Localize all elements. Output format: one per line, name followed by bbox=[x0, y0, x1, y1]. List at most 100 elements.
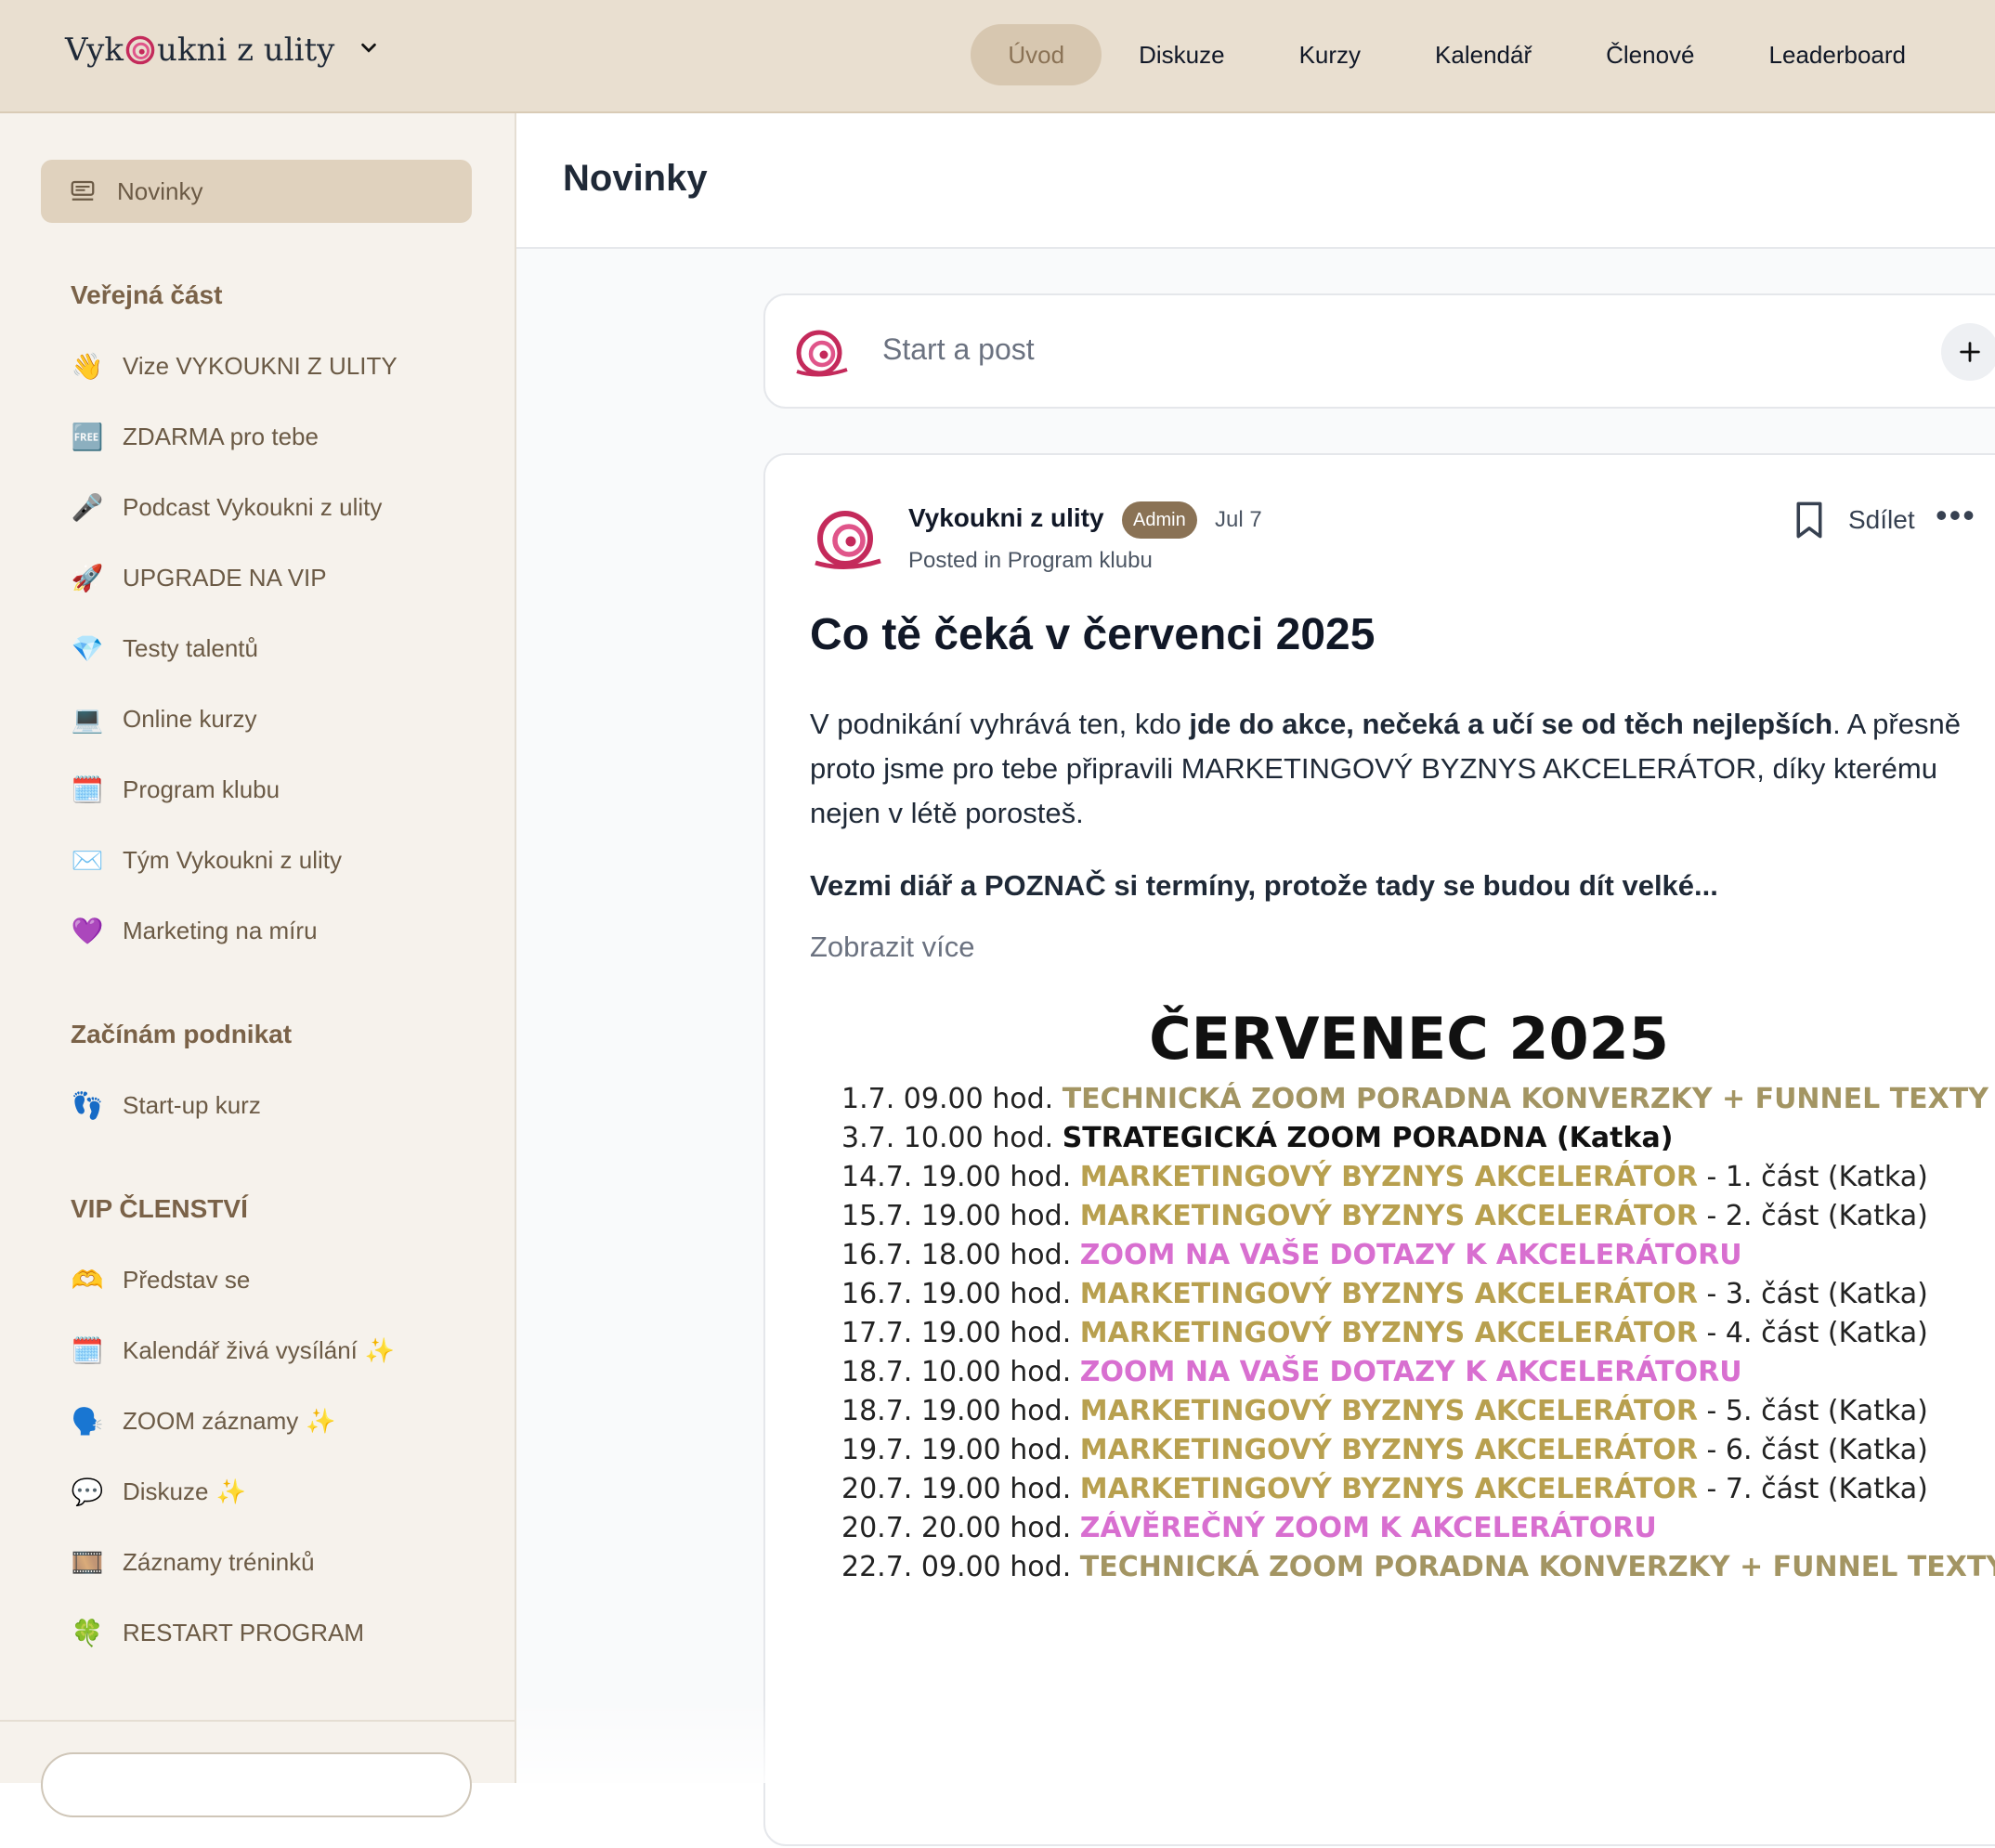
sidebar-item-zoom-zaznamy[interactable]: 🗣️ ZOOM záznamy ✨ bbox=[71, 1404, 336, 1438]
schedule-date: 20.7. 19.00 hod. bbox=[841, 1473, 1080, 1505]
sidebar-item-vize[interactable]: 👋 Vize VYKOUKNI Z ULITY bbox=[71, 349, 398, 383]
schedule-row: 20.7. 20.00 hod. ZÁVĚREČNÝ ZOOM K AKCELE… bbox=[841, 1512, 1657, 1544]
schedule-event: ZOOM NA VAŠE DOTAZY K AKCELERÁTORU bbox=[1079, 1239, 1742, 1271]
sidebar-item-restart[interactable]: 🍀 RESTART PROGRAM bbox=[71, 1616, 364, 1649]
microphone-icon: 🎤 bbox=[71, 492, 104, 522]
sidebar-item-predstav[interactable]: 🫶 Představ se bbox=[71, 1263, 251, 1296]
author-avatar[interactable] bbox=[810, 505, 884, 570]
sidebar-item-program-klubu[interactable]: 🗓️ Program klubu bbox=[71, 773, 280, 806]
schedule-row: 18.7. 10.00 hod. ZOOM NA VAŠE DOTAZY K A… bbox=[841, 1356, 1742, 1388]
schedule-event: MARKETINGOVÝ BYZNYS AKCELERÁTOR bbox=[1079, 1161, 1699, 1193]
schedule-row: 16.7. 19.00 hod. MARKETINGOVÝ BYZNYS AKC… bbox=[841, 1278, 1928, 1310]
post-text: V podnikání vyhrává ten, kdo bbox=[810, 708, 1190, 740]
schedule-suffix: - 5. část (Katka) bbox=[1698, 1395, 1928, 1427]
top-bar: Vyk ukni z ulity Úvod Diskuze Kurzy Kale… bbox=[0, 0, 1995, 113]
schedule-row: 22.7. 09.00 hod. TECHNICKÁ ZOOM PORADNA … bbox=[841, 1551, 1995, 1583]
schedule-date: 3.7. 10.00 hod. bbox=[841, 1122, 1063, 1154]
speaking-head-icon: 🗣️ bbox=[71, 1406, 104, 1436]
plus-icon[interactable] bbox=[1941, 323, 1995, 381]
schedule-row: 17.7. 19.00 hod. MARKETINGOVÝ BYZNYS AKC… bbox=[841, 1317, 1928, 1349]
sidebar-item-testy[interactable]: 💎 Testy talentů bbox=[71, 631, 258, 665]
chevron-down-icon[interactable] bbox=[359, 37, 379, 63]
sidebar-item-kalendar-vysilani[interactable]: 🗓️ Kalendář živá vysílání ✨ bbox=[71, 1334, 396, 1367]
sidebar-item-zaznamy-treninku[interactable]: 🎞️ Záznamy tréninků bbox=[71, 1545, 315, 1579]
post-date[interactable]: Jul 7 bbox=[1215, 507, 1262, 533]
schedule-suffix: - 7. část (Katka) bbox=[1698, 1473, 1928, 1505]
schedule-suffix: - 3. část (Katka) bbox=[1698, 1278, 1928, 1310]
sidebar-item-label: Novinky bbox=[117, 176, 203, 205]
show-more-link[interactable]: Zobrazit více bbox=[810, 931, 974, 964]
schedule-suffix: - 6. část (Katka) bbox=[1698, 1434, 1928, 1466]
more-icon[interactable]: ••• bbox=[1936, 496, 1976, 535]
sidebar-item-label: Testy talentů bbox=[123, 633, 258, 662]
schedule-event: MARKETINGOVÝ BYZNYS AKCELERÁTOR bbox=[1079, 1200, 1699, 1232]
schedule-date: 20.7. 20.00 hod. bbox=[841, 1512, 1080, 1544]
sidebar-item-podcast[interactable]: 🎤 Podcast Vykoukni z ulity bbox=[71, 490, 383, 524]
brand-name-right: ukni z ulity bbox=[157, 32, 335, 69]
main-nav: Úvod Diskuze Kurzy Kalendář Členové Lead… bbox=[971, 24, 1943, 85]
sidebar-item-novinky[interactable]: Novinky bbox=[41, 160, 472, 223]
laptop-icon: 💻 bbox=[71, 704, 104, 734]
nav-kurzy[interactable]: Kurzy bbox=[1262, 24, 1398, 85]
schedule-event: ZOOM NA VAŠE DOTAZY K AKCELERÁTORU bbox=[1079, 1356, 1742, 1388]
post-category[interactable]: Posted in Program klubu bbox=[908, 548, 1153, 574]
sidebar-item-tym[interactable]: ✉️ Tým Vykoukni z ulity bbox=[71, 843, 342, 877]
snail-logo-icon bbox=[796, 330, 848, 377]
sidebar-item-diskuze[interactable]: 💬 Diskuze ✨ bbox=[71, 1475, 246, 1508]
section-title-vip: VIP ČLENSTVÍ bbox=[71, 1194, 248, 1223]
admin-badge: Admin bbox=[1122, 501, 1197, 539]
rocket-icon: 🚀 bbox=[71, 563, 104, 592]
schedule-date: 1.7. 09.00 hod. bbox=[841, 1083, 1063, 1115]
schedule-date: 22.7. 09.00 hod. bbox=[841, 1551, 1080, 1583]
composer-placeholder[interactable]: Start a post bbox=[882, 332, 1035, 367]
nav-diskuze[interactable]: Diskuze bbox=[1102, 24, 1261, 85]
brand-name-left: Vyk bbox=[65, 32, 124, 69]
sidebar-divider bbox=[0, 1720, 516, 1722]
sidebar-item-upgrade[interactable]: 🚀 UPGRADE NA VIP bbox=[71, 561, 327, 594]
heart-hands-icon: 🫶 bbox=[71, 1265, 104, 1295]
share-button[interactable]: Sdílet bbox=[1848, 505, 1915, 535]
nav-uvod[interactable]: Úvod bbox=[971, 24, 1102, 85]
nav-kalendar[interactable]: Kalendář bbox=[1398, 24, 1569, 85]
schedule-row: 15.7. 19.00 hod. MARKETINGOVÝ BYZNYS AKC… bbox=[841, 1200, 1928, 1232]
sidebar-item-label: Tým Vykoukni z ulity bbox=[123, 845, 342, 874]
film-frames-icon: 🎞️ bbox=[71, 1547, 104, 1577]
schedule-event: STRATEGICKÁ ZOOM PORADNA (Katka) bbox=[1062, 1122, 1674, 1154]
newspaper-icon bbox=[71, 180, 95, 201]
sidebar-item-zdarma[interactable]: 🆓 ZDARMA pro tebe bbox=[71, 420, 319, 453]
post-author[interactable]: Vykoukni z ulity bbox=[908, 503, 1104, 533]
schedule-date: 16.7. 18.00 hod. bbox=[841, 1239, 1080, 1271]
schedule-date: 18.7. 19.00 hod. bbox=[841, 1395, 1080, 1427]
sidebar-item-label: Představ se bbox=[123, 1265, 251, 1294]
sidebar-item-label: RESTART PROGRAM bbox=[123, 1618, 365, 1646]
sidebar: Novinky Veřejná část 👋 Vize VYKOUKNI Z UL… bbox=[0, 113, 516, 1817]
nav-clenove[interactable]: Členové bbox=[1569, 24, 1731, 85]
sidebar-item-online-kurzy[interactable]: 💻 Online kurzy bbox=[71, 702, 257, 735]
community-switcher[interactable]: Vyk ukni z ulity bbox=[65, 32, 379, 69]
schedule-suffix: (Lucka) bbox=[1988, 1083, 1995, 1115]
schedule-date: 17.7. 19.00 hod. bbox=[841, 1317, 1080, 1349]
sidebar-item-marketing[interactable]: 💜 Marketing na míru bbox=[71, 914, 318, 947]
post-composer[interactable]: Start a post bbox=[763, 293, 1995, 409]
section-title-verejna: Veřejná část bbox=[71, 280, 223, 309]
schedule-date: 19.7. 19.00 hod. bbox=[841, 1434, 1080, 1466]
schedule-event: ZÁVĚREČNÝ ZOOM K AKCELERÁTORU bbox=[1079, 1512, 1657, 1544]
sidebar-item-label: Online kurzy bbox=[123, 704, 257, 733]
bookmark-icon[interactable] bbox=[1793, 500, 1826, 540]
schedule-event: MARKETINGOVÝ BYZNYS AKCELERÁTOR bbox=[1079, 1317, 1699, 1349]
schedule-row: 1.7. 09.00 hod. TECHNICKÁ ZOOM PORADNA K… bbox=[841, 1083, 1995, 1115]
speech-bubble-icon: 💬 bbox=[71, 1477, 104, 1506]
sidebar-item-startup[interactable]: 👣 Start-up kurz bbox=[71, 1088, 261, 1122]
schedule-event: MARKETINGOVÝ BYZNYS AKCELERÁTOR bbox=[1079, 1278, 1699, 1310]
sidebar-item-label: ZOOM záznamy bbox=[123, 1406, 299, 1435]
nav-leaderboard[interactable]: Leaderboard bbox=[1732, 24, 1943, 85]
schedule-row: 16.7. 18.00 hod. ZOOM NA VAŠE DOTAZY K A… bbox=[841, 1239, 1742, 1271]
schedule-event: MARKETINGOVÝ BYZNYS AKCELERÁTOR bbox=[1079, 1473, 1699, 1505]
schedule-date: 16.7. 19.00 hod. bbox=[841, 1278, 1080, 1310]
sidebar-bottom-button[interactable] bbox=[41, 1752, 472, 1817]
four-leaf-clover-icon: 🍀 bbox=[71, 1618, 104, 1647]
page-header: Novinky bbox=[516, 113, 1995, 249]
sidebar-item-label: Diskuze bbox=[123, 1477, 209, 1505]
sidebar-item-label: Vize VYKOUKNI Z ULITY bbox=[123, 351, 398, 380]
schedule-row: 18.7. 19.00 hod. MARKETINGOVÝ BYZNYS AKC… bbox=[841, 1395, 1928, 1427]
